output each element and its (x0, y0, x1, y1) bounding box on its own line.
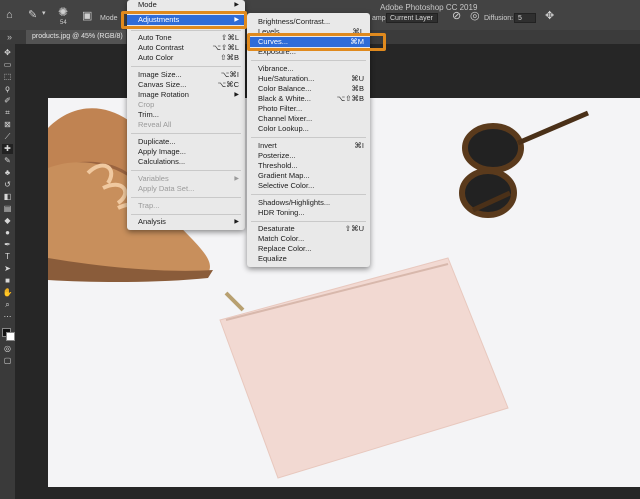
menu-item-replace-color[interactable]: Replace Color... (247, 244, 370, 254)
menu-item-desaturate[interactable]: Desaturate ⇧⌘U (247, 224, 370, 234)
menu-item-black-white[interactable]: Black & White... ⌥⇧⌘B (247, 94, 370, 104)
menu-item-trap: Trap... (138, 201, 160, 210)
screen-mode-icon[interactable]: ▢ (2, 356, 13, 366)
zoom-tool-icon[interactable]: ⌕ (2, 300, 13, 310)
curves-highlight-callout (247, 33, 386, 51)
menu-item-color-balance[interactable]: Color Balance... ⌘B (247, 84, 370, 94)
healing-brush-tool-icon[interactable]: ✚ (2, 144, 13, 154)
quick-select-tool-icon[interactable]: ✐ (2, 96, 13, 106)
rectangle-tool-icon[interactable]: ■ (2, 276, 13, 286)
path-select-tool-icon[interactable]: ➤ (2, 264, 13, 274)
menu-item-shadows-highlights[interactable]: Shadows/Highlights... (247, 198, 370, 208)
more-tools-icon[interactable]: ⋯ (2, 312, 13, 322)
menu-item-invert[interactable]: Invert ⌘I (247, 141, 370, 151)
chevron-right-icon: ▶ (234, 92, 239, 98)
menu-item-crop: Crop (138, 100, 155, 109)
image-menu: Mode ▶ Adjustments ▶ Auto Tone ⇧⌘L Auto Con… (127, 0, 245, 230)
hand-tool-icon[interactable]: ✋ (2, 288, 13, 298)
move-tool-icon[interactable]: ✥ (2, 48, 13, 58)
menu-item-channel-mixer[interactable]: Channel Mixer... (247, 114, 370, 124)
chevron-down-icon[interactable]: ▾ (42, 9, 46, 17)
menu-item-selective-color[interactable]: Selective Color... (247, 181, 370, 191)
diffusion-label: Diffusion: (484, 15, 514, 22)
brush-preset-icon[interactable]: ✎ (28, 8, 37, 21)
diffusion-select[interactable]: 5 (514, 13, 536, 23)
menu-item-hue-saturation[interactable]: Hue/Saturation... ⌘U (247, 74, 370, 84)
adjustments-highlight-callout (121, 11, 247, 29)
blur-tool-icon[interactable]: ◆ (2, 216, 13, 226)
tools-panel: ✥ ▭ ⬚ ϙ ✐ ⌗ ⊠ ⟋ ✚ ✎ ♣ ↺ ◧ ▤ ◆ ● ✒ T ➤ ■ … (0, 44, 16, 499)
eraser-tool-icon[interactable]: ◧ (2, 192, 13, 202)
collapse-icon[interactable]: » (7, 32, 12, 42)
crop-tool-icon[interactable]: ⌗ (2, 108, 13, 118)
menu-item-image-rotation[interactable]: Image Rotation ▶ (127, 90, 245, 100)
menu-item-auto-tone[interactable]: Auto Tone ⇧⌘L (127, 33, 245, 43)
symmetry-icon[interactable]: ✥ (545, 9, 554, 22)
type-tool-icon[interactable]: T (2, 252, 13, 262)
quick-mask-icon[interactable]: ◎ (2, 344, 13, 354)
menu-item-color-lookup[interactable]: Color Lookup... (247, 124, 370, 134)
menu-item-apply-image[interactable]: Apply Image... (127, 147, 245, 157)
menu-item-auto-contrast[interactable]: Auto Contrast ⌥⇧⌘L (127, 43, 245, 53)
brush-size-value: 54 (60, 20, 67, 26)
sample-select[interactable]: Current Layer (386, 13, 438, 23)
pen-tool-icon[interactable]: ✒ (2, 240, 13, 250)
clone-stamp-tool-icon[interactable]: ♣ (2, 168, 13, 178)
artboard-tool-icon[interactable]: ▭ (2, 60, 13, 70)
menu-item-analysis[interactable]: Analysis ▶ (127, 217, 245, 227)
frame-tool-icon[interactable]: ⊠ (2, 120, 13, 130)
chevron-right-icon: ▶ (234, 219, 239, 225)
brush-settings-icon[interactable]: ▣ (82, 9, 92, 22)
gradient-tool-icon[interactable]: ▤ (2, 204, 13, 214)
chevron-right-icon: ▶ (234, 2, 239, 8)
menu-item-threshold[interactable]: Threshold... (247, 161, 370, 171)
menu-item-apply-data-set: Apply Data Set... (138, 184, 195, 193)
ignore-adjustment-icon[interactable]: ⊘ (452, 9, 461, 22)
menu-item-match-color[interactable]: Match Color... (247, 234, 370, 244)
background-color-swatch[interactable] (6, 332, 15, 341)
lasso-tool-icon[interactable]: ϙ (2, 84, 13, 94)
menu-item-duplicate[interactable]: Duplicate... (127, 137, 245, 147)
home-icon[interactable]: ⌂ (6, 9, 13, 21)
menu-item-photo-filter[interactable]: Photo Filter... (247, 104, 370, 114)
menu-item-equalize[interactable]: Equalize (247, 254, 370, 264)
menu-item-auto-color[interactable]: Auto Color ⇧⌘B (127, 53, 245, 63)
menu-item-image-size[interactable]: Image Size... ⌥⌘I (127, 70, 245, 80)
pressure-icon[interactable]: ◎ (470, 9, 480, 22)
menu-item-mode[interactable]: Mode ▶ (127, 0, 245, 10)
adjustments-submenu: Brightness/Contrast... Levels... ⌘L Curve… (247, 13, 370, 267)
mode-label: Mode (100, 15, 118, 22)
menu-item-hdr-toning[interactable]: HDR Toning... (247, 208, 370, 218)
eyedropper-tool-icon[interactable]: ⟋ (2, 132, 13, 142)
dodge-tool-icon[interactable]: ● (2, 228, 13, 238)
menu-item-brightness-contrast[interactable]: Brightness/Contrast... (247, 17, 370, 27)
menu-item-calculations[interactable]: Calculations... (127, 157, 245, 167)
chevron-right-icon: ▶ (234, 176, 239, 182)
menu-item-vibrance[interactable]: Vibrance... (247, 64, 370, 74)
menu-item-gradient-map[interactable]: Gradient Map... (247, 171, 370, 181)
menu-item-posterize[interactable]: Posterize... (247, 151, 370, 161)
window-title: Adobe Photoshop CC 2019 (380, 3, 478, 12)
menu-item-reveal-all: Reveal All (138, 120, 172, 129)
brush-tool-icon[interactable]: ✎ (2, 156, 13, 166)
brush-tip-icon[interactable]: ✺ (58, 5, 68, 19)
menu-item-canvas-size[interactable]: Canvas Size... ⌥⌘C (127, 80, 245, 90)
history-brush-tool-icon[interactable]: ↺ (2, 180, 13, 190)
menu-item-variables: Variables ▶ (138, 174, 239, 183)
document-tab[interactable]: products.jpg @ 45% (RGB/8) * (26, 30, 126, 54)
marquee-tool-icon[interactable]: ⬚ (2, 72, 13, 82)
menu-item-trim[interactable]: Trim... (127, 110, 245, 120)
